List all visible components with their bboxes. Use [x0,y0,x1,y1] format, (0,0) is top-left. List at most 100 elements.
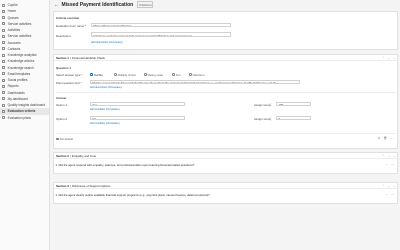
search-icon [2,66,6,70]
more-icon[interactable]: ⋯ [393,56,396,60]
info-icon: ⓘ [269,116,273,121]
section-1-title: Financial Hardship Check [72,55,105,60]
section-3-actions: ⌃ ⌄ ⋯ [382,183,396,189]
person-icon [2,47,6,51]
sidebar-item-label: Queues [7,15,19,20]
checklist-icon [2,109,6,113]
chart-icon [2,53,6,57]
section-3-question-actions: ⌄ ⋯ [385,191,394,197]
option-2-input[interactable]: No [90,116,185,121]
more-icon[interactable]: ⋯ [390,136,393,140]
queue-icon [2,16,6,20]
sidebar-item-label: Evaluation plans [7,115,31,120]
option-1-add-link[interactable]: Add condition (Ctrl+space) [90,108,120,111]
set-default-toggle[interactable]: Set default [56,137,73,141]
calendar-icon [2,28,6,32]
section-3-header[interactable]: Section 3 | Disclosure of Support Option… [54,183,399,190]
description-input[interactable]: Criteria to evaluate missed debt and pay… [91,32,231,37]
sidebar-item-label: Accounts [7,40,21,45]
more-icon[interactable]: ⋯ [393,184,396,188]
status-badge: Published [137,1,154,8]
back-arrow-icon[interactable]: ← [54,2,59,7]
delete-icon[interactable]: 🗑 [383,136,387,140]
more-icon[interactable]: ⋯ [391,162,394,166]
chevron-down-icon[interactable]: ⌄ [387,184,390,188]
chevron-up-icon[interactable]: ⌃ [382,56,385,60]
sidebar-item-label: Social profiles [7,78,28,83]
radio-icon [172,73,175,76]
sidebar-item-label: Knowledge articles [7,59,35,64]
chevron-up-icon[interactable]: ⌃ [382,154,385,158]
more-icon[interactable]: ⋯ [391,192,394,196]
sidebar-item-label: Knowledge analytics [7,53,37,58]
question-1-label: Question 1 [56,66,71,70]
section-1-actions: ⌃ ⌄ ⋯ [382,55,396,61]
copy-icon[interactable]: ⧉ [378,136,380,140]
sidebar-item-evaluation-plans[interactable]: Evaluation plans [0,115,49,121]
description-label: Description [56,34,71,38]
form-name-input[interactable]: Missed Payment Identification [91,23,231,28]
header-bar: ← Missed Payment Identification Publishe… [50,0,400,9]
chevron-down-icon[interactable]: ⌄ [385,162,388,166]
answer-type-rating-scale[interactable]: Rating scale [144,73,163,77]
section-2-question[interactable]: 1. Did the agent respond with empathy, p… [56,163,195,167]
chevron-down-icon[interactable]: ⌄ [387,154,390,158]
checkbox-icon [56,137,59,141]
add-description-link[interactable]: Add description (Ctrl+space) [91,41,123,44]
chevron-down-icon[interactable]: ⌄ [385,192,388,196]
section-3-title: Disclosure of Support Options [72,183,111,188]
mail-icon [2,72,6,76]
dashboard-icon [2,97,6,101]
sidebar-item-label: Activities [7,28,21,33]
separator: | [70,153,72,158]
section-2-header[interactable]: Section 2 | Empathy and Tone ⌃ ⌄ ⋯ [54,153,399,160]
answer-type-text[interactable]: Text [172,73,181,77]
sidebar-item-label: Knowledge search [7,65,34,70]
option-2-add-link[interactable]: Add condition (Ctrl+space) [90,122,120,125]
section-2-actions: ⌃ ⌄ ⋯ [382,153,396,159]
question-actions: ⧉ 🗑 ⋯ [378,135,393,141]
section-1-header[interactable]: Section 1 | Financial Hardship Check ⌃ ⌄… [54,55,399,62]
people-icon [2,78,6,82]
option-1-score-input[interactable]: 100 [276,102,311,107]
section-2-card: Section 2 | Empathy and Tone ⌃ ⌄ ⋯ 1. Di… [53,152,399,174]
answer-type-date-time[interactable]: Date/time [189,73,205,77]
plan-icon [2,116,6,120]
sidebar-item-label: Contacts [7,46,21,51]
radio-icon [189,73,192,76]
question-add-description-link[interactable]: Add description (Ctrl+space) [90,86,122,89]
more-icon[interactable]: ⋯ [393,154,396,158]
building-icon [2,41,6,45]
chevron-up-icon[interactable]: ⌃ [382,184,385,188]
section-3-card: Section 3 | Disclosure of Support Option… [53,182,399,204]
option-2-score-input[interactable]: 0 [276,116,311,121]
activity-icon [2,34,6,38]
form-name-label: Evaluation form name * [56,24,87,28]
section-3-number: Section 3 [56,183,69,188]
answer-type-multiple-choice[interactable]: Multiple choice [114,73,136,77]
sidebar-item-label: Reports [7,84,19,89]
insights-icon [2,103,6,107]
radio-icon [90,73,93,76]
question-text-label: Point question text * [56,81,82,85]
activity-icon [2,22,6,26]
radio-icon [144,73,147,76]
main-content: Criteria overview Evaluation form name *… [53,11,399,250]
section-3-question[interactable]: 1. Did the agent clearly outline availab… [56,193,210,197]
answer-type-yes-no[interactable]: Yes/No [90,73,103,77]
section-2-question-actions: ⌄ ⋯ [385,161,394,167]
option-1-label: Option 1 [56,103,67,107]
sidebar-item-label: Evaluation criteria [7,109,36,114]
sidebar-item-label: My dashboard [7,96,28,101]
home-icon [2,9,6,13]
sidebar-item-label: Email templates [7,71,31,76]
dashboard-icon [2,91,6,95]
chevron-down-icon[interactable]: ⌄ [387,56,390,60]
radio-icon [114,73,117,76]
page-title: Missed Payment Identification [61,1,134,8]
option-2-label: Option 2 [56,117,67,121]
option-1-input[interactable]: Yes [90,102,185,107]
question-text-input[interactable]: Did the agent actively listen and identi… [90,80,300,85]
section-1-card: Section 1 | Financial Hardship Check ⌃ ⌄… [53,54,399,149]
sidebar-item-label: Copilot [7,3,18,8]
